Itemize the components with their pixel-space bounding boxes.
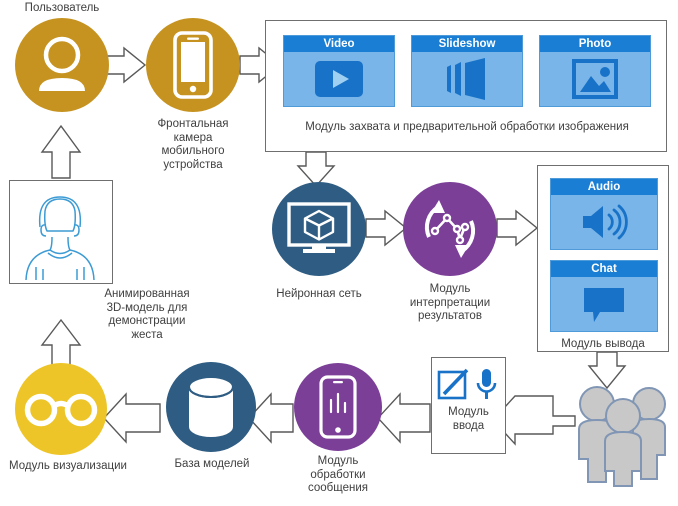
slides-icon — [447, 58, 485, 100]
arrow-model-to-user — [40, 124, 82, 179]
tile-audio-label: Audio — [551, 179, 657, 195]
smartphone-chart-icon — [319, 375, 357, 439]
output-module-label: Модуль вывода — [561, 338, 645, 350]
tile-video-label: Video — [284, 36, 394, 52]
speaker-icon — [583, 204, 628, 240]
node-people-group[interactable] — [571, 383, 675, 488]
node-user-label: Пользователь — [24, 2, 100, 14]
tile-audio[interactable]: Audio — [550, 178, 658, 250]
tile-chat[interactable]: Chat — [550, 260, 658, 332]
node-message-processing-label: Модуль обработки сообщения — [308, 455, 368, 494]
node-front-camera[interactable] — [146, 18, 240, 112]
people-group-icon — [578, 386, 666, 487]
tile-photo-label: Photo — [540, 36, 650, 52]
tile-chat-label: Chat — [551, 261, 657, 277]
picture-icon — [572, 59, 618, 99]
arrow-capture-to-neural — [296, 151, 336, 188]
node-visualization-module-label: Модуль визуализации — [9, 460, 127, 472]
node-visualization-module[interactable] — [15, 363, 107, 455]
arrow-user-to-camera — [104, 46, 147, 84]
arrow-input-to-message — [377, 392, 431, 444]
animated-model-panel[interactable] — [9, 180, 113, 284]
refresh-chart-icon — [424, 200, 476, 258]
arrow-db-to-visual — [103, 392, 161, 444]
input-module-label: Модуль ввода — [448, 406, 489, 432]
person-icon — [39, 36, 85, 91]
node-message-processing[interactable] — [294, 363, 382, 451]
capture-module-panel[interactable]: Video Slideshow Photo Модуль захвата и п… — [265, 20, 667, 152]
node-interpretation-module-label: Модуль интерпретации результатов — [409, 283, 491, 322]
node-model-database-label: База моделей — [174, 458, 250, 470]
chat-bubble-icon — [584, 288, 624, 322]
capture-module-label: Модуль захвата и предварительной обработ… — [305, 121, 629, 133]
node-neural-network[interactable] — [272, 182, 366, 276]
node-model-database[interactable] — [166, 362, 256, 452]
diagram-canvas: Пользователь Фронтальная камера мобильно… — [0, 0, 678, 506]
input-module-panel[interactable]: Модуль ввода — [431, 357, 506, 454]
animated-model-label: Анимированная 3D-модель для демонстрации… — [104, 288, 190, 341]
tile-slideshow[interactable]: Slideshow — [411, 35, 523, 107]
input-module-icons — [437, 368, 497, 400]
database-cylinder-icon — [188, 376, 234, 437]
output-module-panel[interactable]: Audio Chat — [537, 165, 669, 352]
tile-video[interactable]: Video — [283, 35, 395, 107]
tile-slideshow-label: Slideshow — [412, 36, 522, 52]
node-front-camera-label: Фронтальная камера мобильного устройства — [157, 118, 229, 171]
monitor-cube-icon — [287, 202, 351, 253]
node-neural-network-label: Нейронная сеть — [276, 288, 362, 300]
microphone-icon — [476, 369, 497, 399]
tile-photo[interactable]: Photo — [539, 35, 651, 107]
node-interpretation-module[interactable] — [403, 182, 497, 276]
arrow-interp-to-output — [496, 209, 539, 247]
smartphone-icon — [173, 31, 213, 99]
node-user[interactable] — [15, 18, 109, 112]
glasses-icon — [24, 393, 98, 427]
arrow-neural-to-interp — [365, 209, 408, 247]
avatar-outline-icon — [25, 196, 95, 281]
play-icon — [315, 61, 363, 97]
compose-pen-icon — [437, 368, 469, 400]
